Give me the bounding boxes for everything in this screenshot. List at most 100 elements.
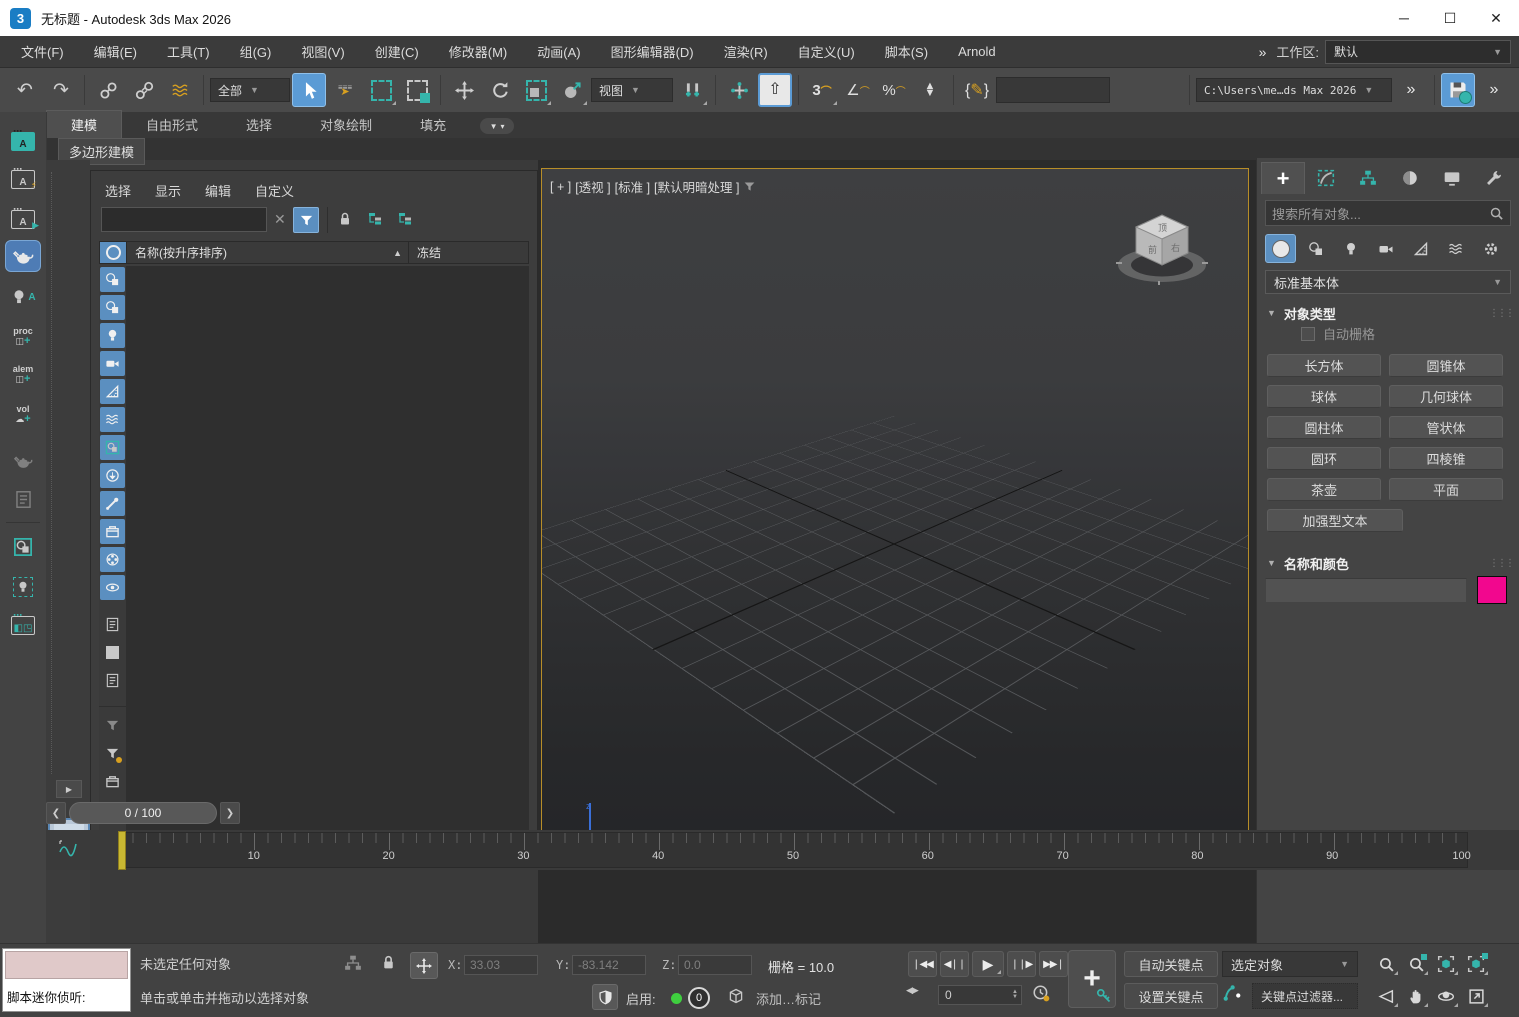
sort-ascending-icon[interactable]: ▲ bbox=[393, 248, 402, 258]
curve-editor-icon[interactable] bbox=[58, 838, 78, 858]
unlink-selection-button[interactable] bbox=[127, 73, 161, 107]
next-frame-arrow[interactable]: ❯ bbox=[220, 802, 240, 824]
tab-create[interactable]: + bbox=[1261, 162, 1305, 194]
explorer-search-input[interactable] bbox=[101, 207, 267, 232]
menu-group[interactable]: 组(G) bbox=[225, 42, 287, 61]
timeline-ruler[interactable]: 0 10 20 30 40 50 60 70 80 90 100 bbox=[118, 832, 1468, 868]
detail-view-button[interactable] bbox=[100, 668, 125, 693]
listener-macro-pane[interactable] bbox=[5, 951, 128, 979]
safe-frames-button[interactable] bbox=[592, 984, 618, 1010]
play-button[interactable]: ▶ bbox=[972, 951, 1004, 977]
absolute-mode-button[interactable] bbox=[410, 952, 438, 979]
proc-add-button[interactable]: proc◫+ bbox=[5, 322, 41, 352]
keyboard-shortcut-override-button[interactable]: ⇧ bbox=[758, 73, 792, 107]
category-geometry[interactable] bbox=[1265, 234, 1296, 263]
modeling-mode-button[interactable] bbox=[5, 240, 41, 272]
explorer-collapse-all-button[interactable] bbox=[397, 211, 413, 227]
tab-modify[interactable] bbox=[1305, 162, 1347, 194]
select-and-link-button[interactable] bbox=[91, 73, 125, 107]
object-name-input[interactable] bbox=[1265, 578, 1467, 603]
show-hidden-toggle[interactable] bbox=[100, 575, 125, 600]
menu-customize[interactable]: 自定义(U) bbox=[783, 42, 870, 61]
type-column-header[interactable] bbox=[100, 242, 127, 263]
project-folder-dropdown[interactable]: C:\Users\me…ds Max 2026▼ bbox=[1196, 78, 1392, 102]
ribbon-tab-modeling[interactable]: 建模 bbox=[46, 110, 122, 138]
menu-graph-editors[interactable]: 图形编辑器(D) bbox=[596, 42, 709, 61]
ribbon-tab-freeform[interactable]: 自由形式 bbox=[122, 111, 222, 138]
autogrid-checkbox[interactable] bbox=[1301, 327, 1315, 341]
explorer-object-list[interactable] bbox=[126, 266, 529, 831]
category-helpers[interactable] bbox=[1405, 234, 1436, 263]
window-crossing-button[interactable] bbox=[400, 73, 434, 107]
category-spacewarps[interactable] bbox=[1440, 234, 1471, 263]
show-helpers-toggle[interactable] bbox=[100, 379, 125, 404]
explorer-lock-button[interactable] bbox=[337, 211, 353, 227]
show-lights-toggle[interactable] bbox=[100, 323, 125, 348]
name-color-rollout-header[interactable]: ▼ 名称和颜色 ⋮⋮⋮ bbox=[1263, 552, 1513, 574]
ribbon-tab-populate[interactable]: 填充 bbox=[396, 111, 470, 138]
x-coordinate-field[interactable] bbox=[464, 955, 538, 975]
cone-button[interactable]: 圆锥体 bbox=[1389, 354, 1503, 377]
add-marker-label[interactable]: 添加…标记 bbox=[756, 989, 821, 1008]
clear-search-icon[interactable]: ✕ bbox=[274, 211, 286, 228]
select-lights-button[interactable] bbox=[5, 572, 41, 602]
isolate-selection-button[interactable] bbox=[344, 954, 362, 972]
script-run-button[interactable]: A⚡ bbox=[5, 164, 41, 194]
show-spacewarps-toggle[interactable] bbox=[100, 407, 125, 432]
select-and-scale-button[interactable] bbox=[519, 73, 553, 107]
vol-add-button[interactable]: vol☁+ bbox=[5, 400, 41, 430]
rectangular-selection-button[interactable] bbox=[364, 73, 398, 107]
zoom-button[interactable] bbox=[1372, 951, 1400, 977]
show-groups-toggle[interactable] bbox=[100, 435, 125, 460]
named-selection-set-field[interactable] bbox=[996, 77, 1110, 103]
angle-snap-button[interactable]: ∠⌒ bbox=[841, 73, 875, 107]
slate-material-button[interactable] bbox=[5, 532, 41, 562]
key-filters-button[interactable]: 关键点过滤器... bbox=[1252, 983, 1358, 1009]
geosphere-button[interactable]: 几何球体 bbox=[1389, 385, 1503, 408]
use-pivot-center-button[interactable] bbox=[675, 73, 709, 107]
time-configuration-button[interactable] bbox=[1032, 984, 1050, 1002]
text-plus-button[interactable]: 加强型文本 bbox=[1267, 509, 1403, 532]
minimize-button[interactable]: ─ bbox=[1381, 0, 1427, 36]
menu-scripting[interactable]: 脚本(S) bbox=[870, 42, 943, 61]
render-setup-button[interactable]: ◧◳ bbox=[5, 610, 41, 640]
zoom-all-button[interactable] bbox=[1402, 951, 1430, 977]
current-frame-spinner[interactable]: 0 ▲▼ bbox=[938, 985, 1022, 1005]
key-mode-button[interactable] bbox=[1222, 983, 1242, 1003]
zoom-extents-all-button[interactable] bbox=[1462, 951, 1490, 977]
explorer-menu-display[interactable]: 显示 bbox=[155, 181, 181, 200]
show-bones-toggle[interactable] bbox=[100, 491, 125, 516]
maximize-button[interactable]: ☐ bbox=[1427, 0, 1473, 36]
toolbar-overflow-right[interactable]: » bbox=[1477, 73, 1511, 107]
frozen-column-header[interactable]: 冻结 bbox=[408, 242, 528, 263]
explorer-column-header[interactable]: 名称(按升序排序) ▲ 冻结 bbox=[99, 241, 529, 264]
show-influences-toggle[interactable] bbox=[100, 547, 125, 572]
menu-file[interactable]: 文件(F) bbox=[6, 42, 79, 61]
menu-create[interactable]: 创建(C) bbox=[360, 42, 434, 61]
select-object-button[interactable] bbox=[292, 73, 326, 107]
category-lights[interactable] bbox=[1335, 234, 1366, 263]
z-coordinate-field[interactable] bbox=[678, 955, 752, 975]
toolbar-overflow-left[interactable]: » bbox=[1394, 73, 1428, 107]
show-geometry-toggle[interactable] bbox=[100, 267, 125, 292]
tab-motion[interactable] bbox=[1389, 162, 1431, 194]
select-and-rotate-button[interactable] bbox=[483, 73, 517, 107]
filter-config-button[interactable] bbox=[100, 741, 125, 766]
save-file-button[interactable] bbox=[1441, 73, 1475, 107]
menu-edit[interactable]: 编辑(E) bbox=[79, 42, 152, 61]
explorer-menu-edit[interactable]: 编辑 bbox=[205, 181, 231, 200]
maxscript-mini-listener[interactable]: 脚本迷你侦听: bbox=[2, 948, 131, 1012]
reference-coordinate-dropdown[interactable]: 视图▼ bbox=[591, 78, 673, 102]
script-play-button[interactable]: A▶ bbox=[5, 204, 41, 234]
light-lister-button[interactable]: A bbox=[5, 282, 41, 312]
ribbon-minimize-toggle[interactable]: ▼▾ bbox=[480, 118, 514, 134]
menu-views[interactable]: 视图(V) bbox=[286, 42, 359, 61]
snaps-toggle-button[interactable]: 3⌒ bbox=[805, 73, 839, 107]
show-shapes-toggle[interactable] bbox=[100, 295, 125, 320]
next-key-button[interactable]: ❘❘▶ bbox=[1007, 951, 1036, 977]
menu-animation[interactable]: 动画(A) bbox=[522, 42, 595, 61]
select-and-move-button[interactable] bbox=[447, 73, 481, 107]
box-button[interactable]: 长方体 bbox=[1267, 354, 1381, 377]
field-of-view-button[interactable] bbox=[1372, 983, 1400, 1009]
torus-button[interactable]: 圆环 bbox=[1267, 447, 1381, 470]
